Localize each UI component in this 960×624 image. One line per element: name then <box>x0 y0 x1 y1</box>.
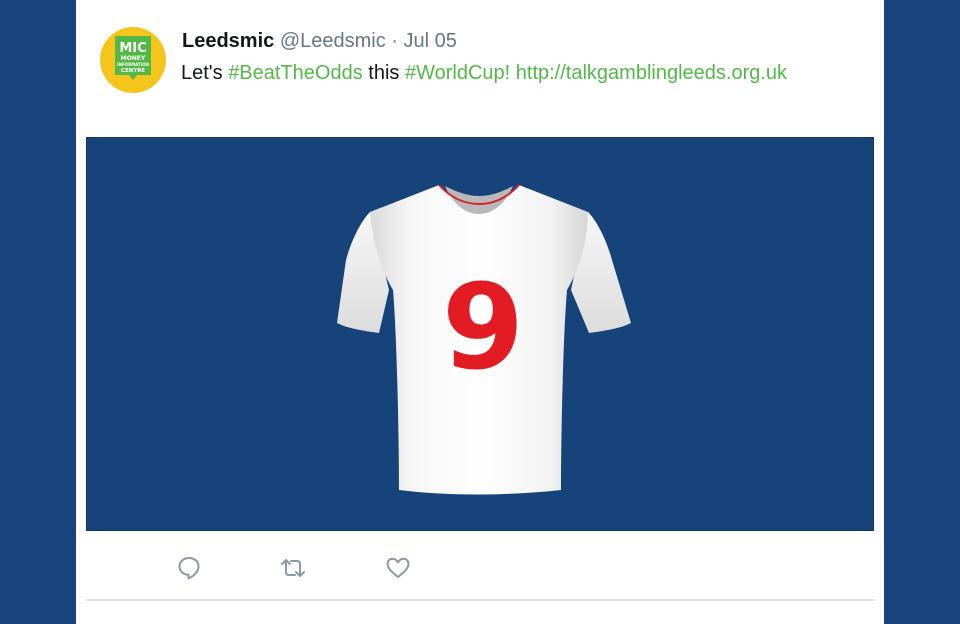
card-divider <box>86 599 874 601</box>
tweet-card: MIC MONEY INFORMATION CENTRE Leedsmic @L… <box>76 0 884 624</box>
shirt-number: 9 <box>442 258 524 396</box>
hashtag-world-cup[interactable]: #WorldCup! <box>405 62 510 84</box>
text-middle: this <box>362 62 405 84</box>
football-shirt-image: 9 <box>337 184 631 495</box>
handle[interactable]: @Leedsmic <box>280 30 386 52</box>
hashtag-beat-the-odds[interactable]: #BeatTheOdds <box>228 62 363 84</box>
text-before: Let's <box>181 62 229 84</box>
separator: · <box>391 30 398 52</box>
retweet-button[interactable] <box>278 553 308 583</box>
display-name[interactable]: Leedsmic <box>182 30 274 52</box>
mic-logo: MIC MONEY INFORMATION CENTRE <box>115 36 151 80</box>
heart-icon <box>386 557 410 578</box>
tweet-header: Leedsmic @Leedsmic · Jul 05 <box>182 29 457 53</box>
reply-icon <box>178 557 200 580</box>
retweet-icon <box>281 559 305 577</box>
tweet-text: Let's #BeatTheOdds this #WorldCup! http:… <box>181 61 787 85</box>
reply-button[interactable] <box>174 553 204 583</box>
like-button[interactable] <box>383 553 413 583</box>
tweet-actions <box>76 553 884 583</box>
tweet-link[interactable]: http://talkgamblingleeds.org.uk <box>516 62 787 84</box>
logo-text-centre: CENTRE <box>121 68 145 74</box>
avatar[interactable]: MIC MONEY INFORMATION CENTRE <box>100 27 166 93</box>
tweet-media[interactable]: 9 <box>86 137 874 531</box>
logo-text-mic: MIC <box>119 41 146 56</box>
logo-text-money: MONEY <box>121 55 146 62</box>
logo-text-information: INFORMATION <box>117 62 149 67</box>
tweet-date[interactable]: Jul 05 <box>404 30 457 52</box>
